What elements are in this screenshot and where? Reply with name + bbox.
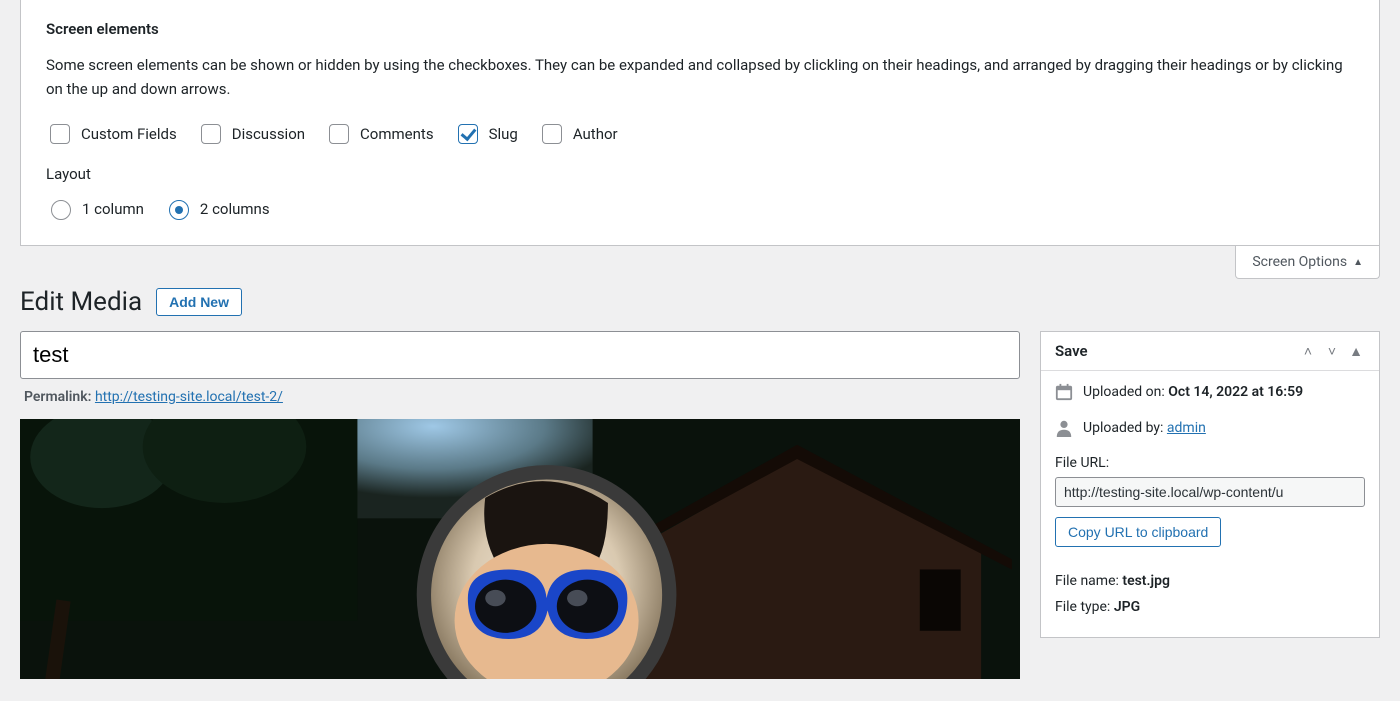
page-title: Edit Media [20, 287, 142, 317]
content-columns: Permalink: http://testing-site.local/tes… [20, 331, 1380, 679]
file-url-input[interactable] [1055, 477, 1365, 507]
postbox-handle-icons: ˄ ˅ ▲ [1299, 343, 1365, 360]
uploaded-on-value: Oct 14, 2022 at 16:59 [1168, 384, 1303, 400]
checkbox-comments[interactable]: Comments [325, 121, 434, 147]
uploaded-by-link[interactable]: admin [1167, 420, 1206, 436]
uploaded-by-text: Uploaded by: admin [1083, 419, 1206, 439]
checkbox-author[interactable]: Author [538, 121, 618, 147]
add-new-button[interactable]: Add New [156, 288, 242, 316]
checkbox-author-label: Author [573, 125, 618, 143]
checkbox-discussion[interactable]: Discussion [197, 121, 305, 147]
checkbox-author-input[interactable] [542, 124, 562, 144]
screen-options-panel: Screen elements Some screen elements can… [20, 0, 1380, 246]
screen-options-tab-holder: Screen Options ▲ [20, 246, 1380, 279]
checkbox-discussion-label: Discussion [232, 125, 305, 143]
permalink-link[interactable]: http://testing-site.local/test-2/ [95, 389, 283, 405]
file-name-value: test.jpg [1122, 573, 1170, 589]
checkbox-slug-input[interactable] [458, 124, 478, 144]
side-column: Save ˄ ˅ ▲ Uploaded on: Oct 14, 2022 at … [1040, 331, 1380, 658]
radio-2-columns-input[interactable] [169, 200, 189, 220]
main-column: Permalink: http://testing-site.local/tes… [20, 331, 1020, 679]
checkbox-discussion-input[interactable] [201, 124, 221, 144]
file-name-label: File name: [1055, 573, 1119, 589]
checkbox-custom-fields-label: Custom Fields [81, 125, 177, 143]
chevron-up-icon: ▲ [1353, 257, 1363, 268]
chevron-down-icon[interactable]: ˅ [1323, 343, 1341, 360]
collapse-toggle-icon[interactable]: ▲ [1347, 343, 1365, 360]
page-header: Edit Media Add New [20, 287, 1380, 317]
file-name-row: File name: test.jpg [1055, 573, 1365, 589]
permalink-label: Permalink: [24, 389, 91, 405]
screen-elements-heading: Screen elements [46, 20, 1354, 38]
save-postbox-header[interactable]: Save ˄ ˅ ▲ [1041, 332, 1379, 371]
permalink-row: Permalink: http://testing-site.local/tes… [24, 389, 1016, 405]
checkbox-slug[interactable]: Slug [454, 121, 518, 147]
file-type-row: File type: JPG [1055, 599, 1365, 615]
user-icon [1055, 419, 1073, 441]
media-title-input[interactable] [20, 331, 1020, 379]
screen-elements-description: Some screen elements can be shown or hid… [46, 53, 1354, 101]
layout-heading: Layout [46, 165, 1354, 183]
screen-options-tab-label: Screen Options [1252, 254, 1347, 270]
file-type-label: File type: [1055, 599, 1110, 615]
layout-radios: 1 column 2 columns [46, 197, 1354, 220]
calendar-icon [1055, 383, 1073, 405]
radio-2-columns-label: 2 columns [200, 200, 270, 218]
checkbox-comments-label: Comments [360, 125, 434, 143]
screen-options-tab[interactable]: Screen Options ▲ [1235, 246, 1380, 279]
checkbox-comments-input[interactable] [329, 124, 349, 144]
radio-1-column[interactable]: 1 column [46, 197, 144, 220]
radio-1-column-label: 1 column [82, 200, 144, 218]
radio-2-columns[interactable]: 2 columns [164, 197, 270, 220]
save-postbox: Save ˄ ˅ ▲ Uploaded on: Oct 14, 2022 at … [1040, 331, 1380, 638]
radio-1-column-input[interactable] [51, 200, 71, 220]
media-preview-image [20, 419, 1020, 679]
uploaded-on-text: Uploaded on: Oct 14, 2022 at 16:59 [1083, 383, 1303, 403]
uploaded-by-label: Uploaded by: [1083, 420, 1163, 436]
uploaded-on-label: Uploaded on: [1083, 384, 1165, 400]
uploaded-on-row: Uploaded on: Oct 14, 2022 at 16:59 [1055, 383, 1365, 405]
checkbox-slug-label: Slug [489, 125, 518, 143]
checkbox-custom-fields-input[interactable] [50, 124, 70, 144]
save-postbox-title: Save [1055, 342, 1088, 360]
uploaded-by-row: Uploaded by: admin [1055, 419, 1365, 441]
checkbox-custom-fields[interactable]: Custom Fields [46, 121, 177, 147]
file-type-value: JPG [1114, 599, 1140, 615]
chevron-up-icon[interactable]: ˄ [1299, 343, 1317, 360]
file-url-label: File URL: [1055, 455, 1365, 471]
screen-elements-checkboxes: Custom Fields Discussion Comments Slug A… [46, 121, 1354, 147]
save-postbox-inside: Uploaded on: Oct 14, 2022 at 16:59 Uploa… [1041, 371, 1379, 637]
copy-url-button[interactable]: Copy URL to clipboard [1055, 517, 1221, 547]
